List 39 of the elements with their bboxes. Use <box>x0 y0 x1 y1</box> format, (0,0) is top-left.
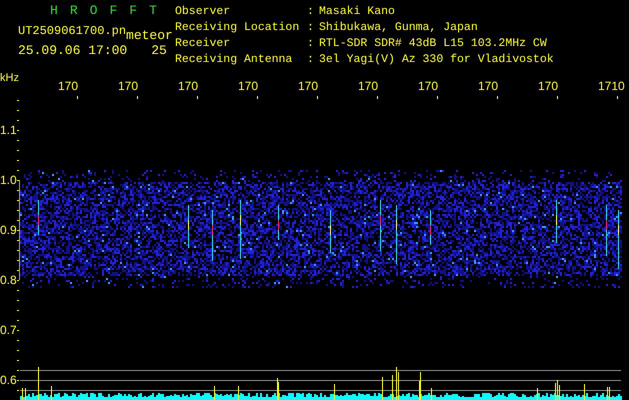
axis-value-label: 0.9 <box>0 223 17 237</box>
short-value: 25 <box>151 43 167 59</box>
title-letter: H <box>50 2 58 19</box>
frequency-label: 1710 <box>598 79 625 93</box>
info-value: RTL-SDR SDR# 43dB L15 103.2MHz CW <box>319 38 548 52</box>
separator: : <box>307 22 315 36</box>
separator: : <box>307 6 315 20</box>
frequency-label: 170 <box>478 79 498 93</box>
title-letter: F <box>129 2 138 19</box>
title-letter: F <box>109 2 118 19</box>
axis-value-label: 0.7 <box>0 323 17 337</box>
info-label: Observer <box>175 6 232 20</box>
axis-value-label: 1.1 <box>0 123 17 137</box>
info-label: Receiving Location <box>175 22 300 36</box>
info-label: Receiving Antenna <box>175 54 294 68</box>
info-value: 3el Yagi(V) Az 330 for Vladivostok <box>319 54 554 68</box>
info-value: Shibukawa, Gunma, Japan <box>319 22 479 36</box>
title-letter: R <box>70 2 78 19</box>
title-letter: T <box>149 2 157 19</box>
frequency-label: 170 <box>58 79 78 93</box>
frequency-label: 170 <box>538 79 558 93</box>
frequency-label: 170 <box>178 79 198 93</box>
axis-value-label: 0.6 <box>0 373 17 387</box>
axis-value-label: 0.8 <box>0 273 17 287</box>
frequency-label: 170 <box>118 79 138 93</box>
file-name: UT2509061700.pn <box>18 23 126 39</box>
separator: : <box>307 38 315 52</box>
frequency-label: 170 <box>358 79 378 93</box>
tag-label: meteor <box>126 29 173 43</box>
axis-value-label: 1.0 <box>0 173 17 187</box>
separator: : <box>307 54 315 68</box>
timestamp: 25.09.06 17:00 <box>18 43 128 59</box>
unit-label: kHz <box>0 72 19 84</box>
title-letter: O <box>90 2 98 19</box>
info-value: Masaki Kano <box>319 6 396 20</box>
frequency-label: 170 <box>418 79 438 93</box>
frequency-label: 170 <box>238 79 258 93</box>
frequency-label: 170 <box>298 79 318 93</box>
info-label: Receiver <box>175 38 232 52</box>
